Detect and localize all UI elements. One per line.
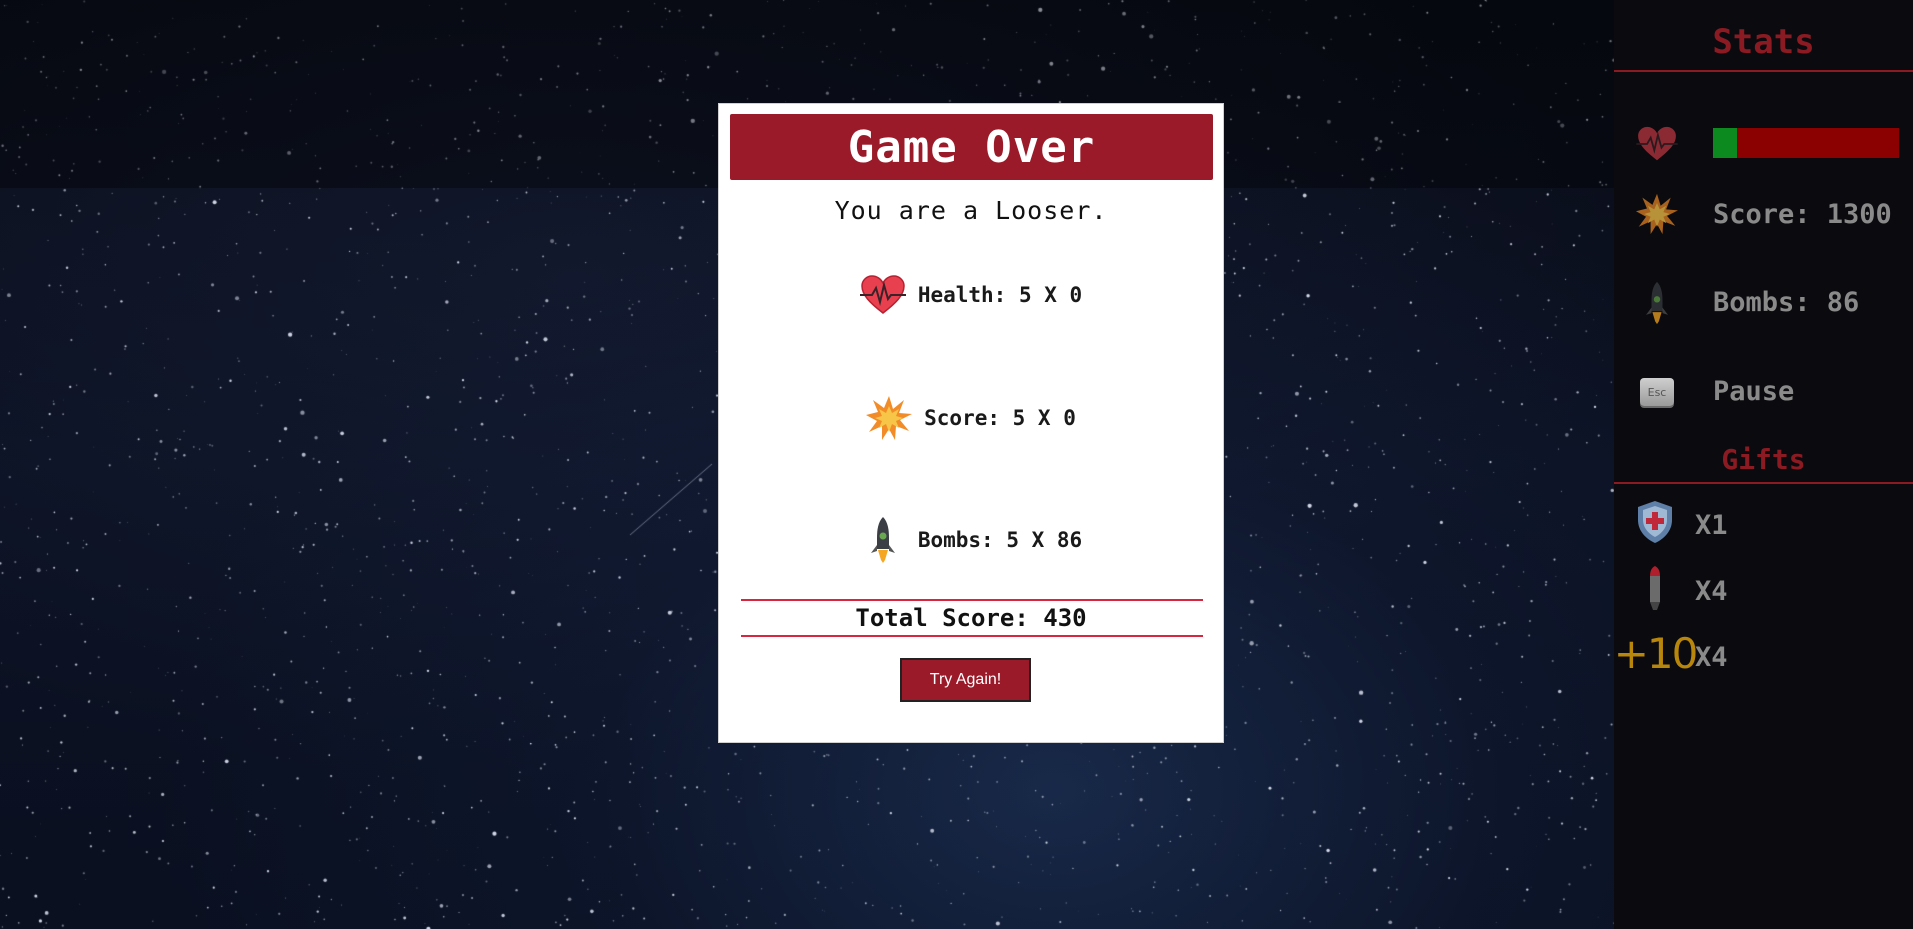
esc-key-icon: Esc <box>1636 371 1678 413</box>
plus-ten-label: +10 <box>1613 629 1699 678</box>
result-health-row: Health: 5 X 0 <box>719 272 1223 318</box>
stats-divider <box>1614 70 1913 72</box>
bombs-stat-row: Bombs: 86 <box>1614 278 1913 328</box>
total-bottom-rule <box>741 635 1203 637</box>
gift-row-health-shield: X1 <box>1614 501 1913 551</box>
gift-row-red-bomb: X4 <box>1614 566 1913 617</box>
bomb-icon <box>1636 281 1678 325</box>
game-stage: Game Over You are a Looser. Health: 5 X … <box>0 0 1913 929</box>
result-score-text: Score: 5 X 0 <box>924 406 1076 430</box>
result-bombs-row: Bombs: 5 X 86 <box>719 517 1223 563</box>
result-bombs-text: Bombs: 5 X 86 <box>917 528 1083 552</box>
pause-text: Pause <box>1713 376 1795 407</box>
result-health-text: Health: 5 X 0 <box>917 283 1083 307</box>
health-shield-icon <box>1634 501 1676 543</box>
plus-ten-icon: +10 <box>1614 633 1699 675</box>
explosion-icon <box>1636 193 1678 235</box>
pause-row[interactable]: Esc Pause <box>1614 367 1913 417</box>
modal-title: Game Over <box>847 121 1096 173</box>
bomb-icon <box>860 517 906 563</box>
game-over-modal: Game Over You are a Looser. Health: 5 X … <box>718 103 1224 743</box>
result-score-row: Score: 5 X 0 <box>719 395 1223 441</box>
gift-row-plus-ten: +10 X4 <box>1614 633 1913 683</box>
score-stat-text: Score: 1300 <box>1713 199 1892 230</box>
stats-sidebar: Stats Score: 1300 Bombs: 86 Esc Pause Gi… <box>1614 0 1913 929</box>
modal-header: Game Over <box>730 114 1213 180</box>
stats-title: Stats <box>1712 22 1815 62</box>
gifts-title: Gifts <box>1721 443 1806 476</box>
gift-plus-ten-count: X4 <box>1695 642 1728 673</box>
total-top-rule <box>741 599 1203 601</box>
gifts-divider <box>1614 482 1913 484</box>
bombs-stat-text: Bombs: 86 <box>1713 287 1860 318</box>
health-bar-fill <box>1713 128 1738 158</box>
explosion-icon <box>866 395 913 441</box>
heart-icon <box>1636 123 1678 165</box>
total-score: Total Score: 430 <box>855 604 1087 632</box>
health-bar <box>1713 128 1899 158</box>
gift-health-shield-count: X1 <box>1695 510 1728 541</box>
score-stat-row: Score: 1300 <box>1614 189 1913 239</box>
heart-icon <box>859 272 906 318</box>
red-bomb-icon <box>1634 566 1676 610</box>
esc-key-label: Esc <box>1640 378 1674 406</box>
modal-subtitle: You are a Looser. <box>834 196 1108 225</box>
health-stat-row <box>1614 119 1913 169</box>
gift-red-bomb-count: X4 <box>1695 576 1728 607</box>
try-again-button[interactable]: Try Again! <box>900 658 1031 702</box>
